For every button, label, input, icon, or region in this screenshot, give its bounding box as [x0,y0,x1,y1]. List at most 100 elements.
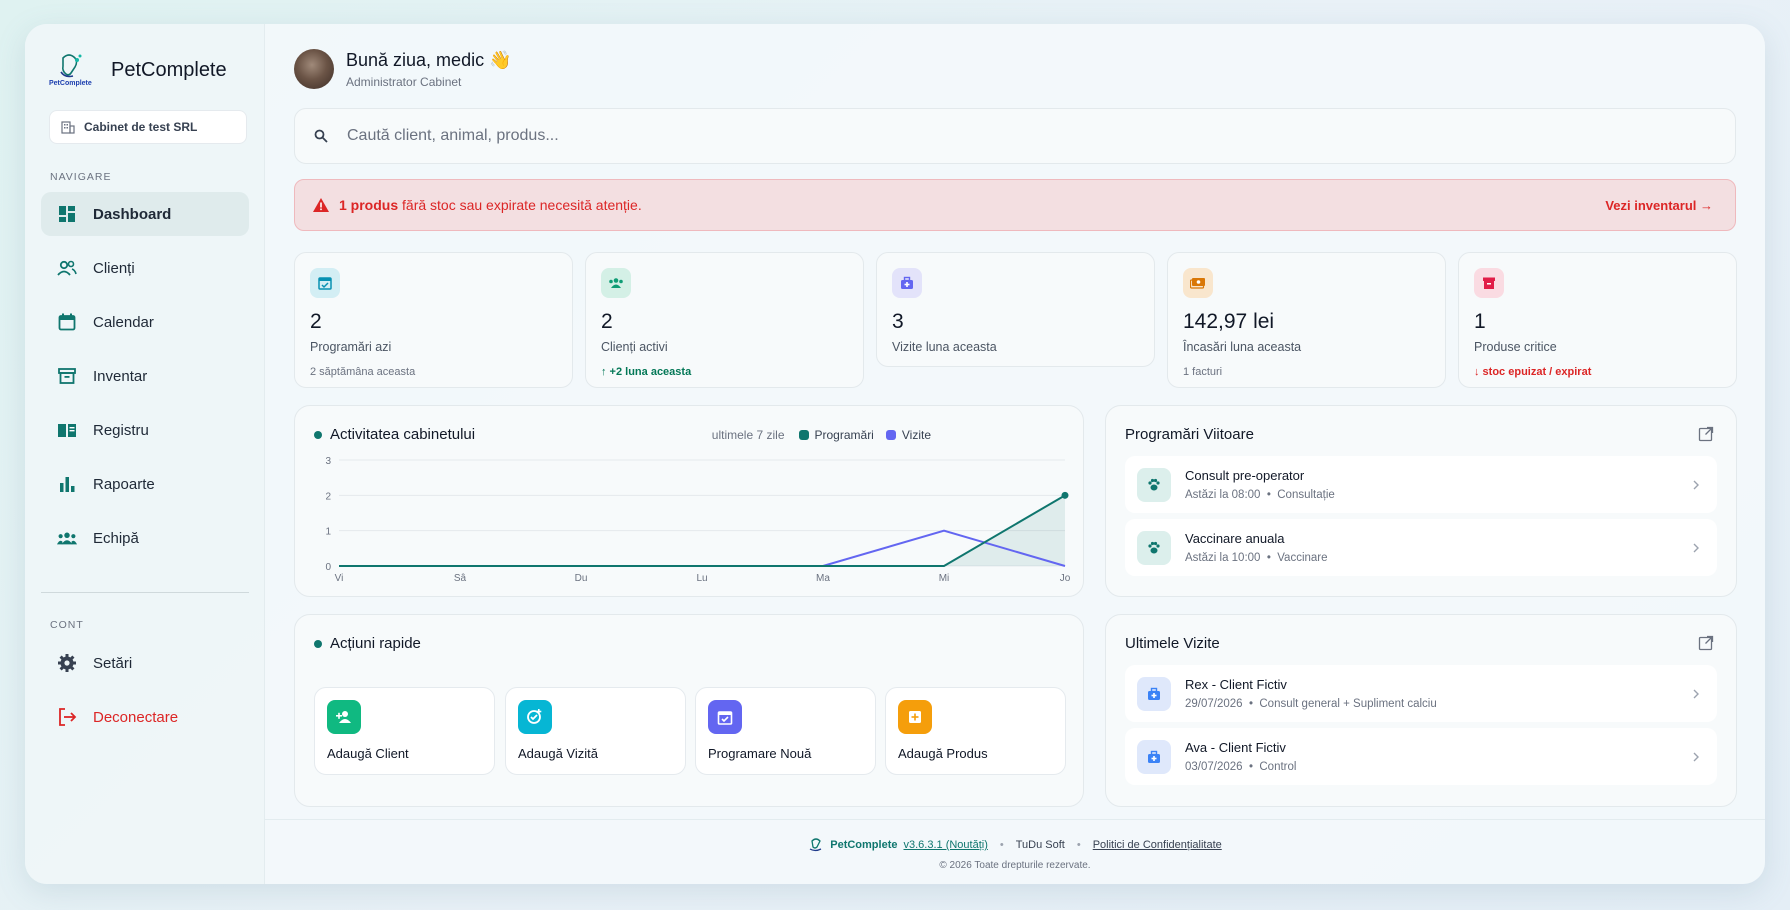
sidebar-item-label: Echipă [93,529,139,547]
search-placeholder: Caută client, animal, produs... [347,127,559,144]
stat-card-appointments[interactable]: 2 Programări azi 2 săptămâna aceasta [294,252,573,388]
data-point [1061,491,1069,499]
account-section-label: CONT [50,619,84,631]
x-tick-label: Du [575,573,588,584]
alert-text: fără stoc sau expirate necesită atenție. [398,197,642,213]
avatar[interactable] [294,49,334,89]
visit-meta: 29/07/2026 • Consult general + Supliment… [1185,698,1437,710]
sidebar-item-clienti[interactable]: Clienți [41,246,249,290]
gear-icon [57,653,77,673]
sidebar-item-inventar[interactable]: Inventar [41,354,249,398]
sidebar-item-logout[interactable]: Deconectare [41,695,249,739]
clinic-selector[interactable]: Cabinet de test SRL [49,110,247,144]
book-icon [57,420,77,440]
appointment-title: Consult pre-operator [1185,468,1305,483]
sidebar-item-label: Inventar [93,367,148,385]
title-dot [314,639,322,648]
action-label: Adaugă Vizită [518,746,598,761]
add-product-button[interactable]: Adaugă Produs [885,687,1066,775]
dashboard-icon [57,204,77,224]
sidebar-item-label: Registru [93,421,149,439]
stat-card-visits[interactable]: 3 Vizite luna aceasta [876,252,1155,367]
logo: PetComplete [49,50,93,90]
search-input[interactable]: Caută client, animal, produs... [294,108,1736,164]
add-visit-button[interactable]: Adaugă Vizită [505,687,686,775]
action-label: Programare Nouă [708,746,812,761]
footer: PetComplete v3.6.3.1 (Noutăți) • TuDu So… [265,819,1765,884]
privacy-policy-link[interactable]: Politici de Confidențialitate [1093,839,1222,851]
medical-bag-icon [1137,676,1171,711]
calendar-icon [57,312,77,332]
version-link[interactable]: v3.6.3.1 (Noutăți) [904,839,988,851]
open-external-icon[interactable] [1698,426,1714,442]
copyright: © 2026 Toate drepturile rezervate. [939,860,1091,871]
sidebar-item-registru[interactable]: Registru [41,408,249,452]
brand[interactable]: PetComplete PetComplete [49,50,227,90]
upcoming-appointments-card: Programări Viitoare Consult pre-operator… [1105,405,1737,597]
footer-brand: PetComplete [830,839,898,851]
sidebar-item-dashboard[interactable]: Dashboard [41,192,249,236]
chevron-right-icon [1693,689,1699,698]
greeting: Bună ziua, medic 👋 [346,49,512,70]
paw-icon [1137,467,1171,502]
cash-icon [1183,268,1213,298]
y-tick-label: 2 [325,491,331,502]
visits-title: Ultimele Vizite [1125,635,1220,652]
y-tick-label: 3 [325,456,331,467]
add-user-icon [327,700,361,734]
appointment-row[interactable]: Vaccinare anuala Astăzi la 10:00 • Vaccin… [1125,519,1717,576]
page-header: Bună ziua, medic 👋 Administrator Cabinet [294,49,512,89]
activity-card: Activitatea cabinetului ultimele 7 zile … [294,405,1084,597]
activity-chart: 0 1 2 3 Vi Sâ Du Lu Ma Mi Jo [325,456,1070,584]
visit-row[interactable]: Ava - Client Fictiv 03/07/2026 • Control [1125,728,1717,785]
stat-sub: ↑ +2 luna aceasta [601,366,692,378]
users-icon [57,258,77,278]
sidebar: PetComplete PetComplete Cabinet de test … [25,24,265,884]
brand-name: PetComplete [111,58,227,81]
stat-sub: ↓ stoc epuizat / expirat [1474,366,1592,378]
bar-chart-icon [57,474,77,494]
archive-icon [1474,268,1504,298]
sidebar-item-rapoarte[interactable]: Rapoarte [41,462,249,506]
appointment-row[interactable]: Consult pre-operator Astăzi la 08:00 • Co… [1125,456,1717,513]
x-tick-label: Vi [335,573,344,584]
new-appointment-button[interactable]: Programare Nouă [695,687,876,775]
view-inventory-link[interactable]: Vezi inventarul → [1605,198,1713,213]
stats-row: 2 Programări azi 2 săptămâna aceasta 2 C… [294,252,1737,388]
sidebar-item-label: Clienți [93,259,135,277]
visit-meta: 03/07/2026 • Control [1185,761,1297,773]
nav-section-label: NAVIGARE [50,171,112,183]
sidebar-item-calendar[interactable]: Calendar [41,300,249,344]
stat-value: 3 [892,310,904,333]
medical-bag-icon [892,268,922,298]
appointment-meta: Astăzi la 10:00 • Vaccinare [1185,552,1328,564]
search-icon [314,129,328,143]
quick-actions-card: Acțiuni rapide Adaugă Client Adaugă Vizi… [294,614,1084,807]
logo-text: PetComplete [49,80,92,87]
sidebar-item-echipa[interactable]: Echipă [41,516,249,560]
app-shell: PetComplete PetComplete Cabinet de test … [25,24,1765,884]
x-tick-label: Sâ [454,573,467,584]
open-external-icon[interactable] [1698,635,1714,651]
sidebar-item-setari[interactable]: Setări [41,641,249,685]
x-tick-label: Ma [816,573,830,584]
y-tick-label: 0 [325,562,331,573]
add-visit-icon [518,700,552,734]
action-label: Adaugă Produs [898,746,988,761]
stat-card-revenue[interactable]: 142,97 lei Încasări luna aceasta 1 factu… [1167,252,1446,388]
chevron-right-icon [1693,543,1699,552]
appointment-title: Vaccinare anuala [1185,531,1285,546]
stat-card-clients[interactable]: 2 Clienți activi ↑ +2 luna aceasta [585,252,864,388]
visit-row[interactable]: Rex - Client Fictiv 29/07/2026 • Consult … [1125,665,1717,722]
x-tick-label: Lu [696,573,707,584]
appointment-meta: Astăzi la 08:00 • Consultație [1185,489,1335,501]
inventory-alert: 1 produs fără stoc sau expirate necesită… [294,179,1736,231]
visit-title: Ava - Client Fictiv [1185,740,1286,755]
chevron-right-icon [1693,480,1699,489]
sidebar-item-label: Calendar [93,313,154,331]
sidebar-item-label: Setări [93,654,133,672]
stat-card-critical-products[interactable]: 1 Produse critice ↓ stoc epuizat / expir… [1458,252,1737,388]
add-client-button[interactable]: Adaugă Client [314,687,495,775]
stat-value: 1 [1474,310,1486,333]
stat-value: 142,97 lei [1183,310,1275,333]
